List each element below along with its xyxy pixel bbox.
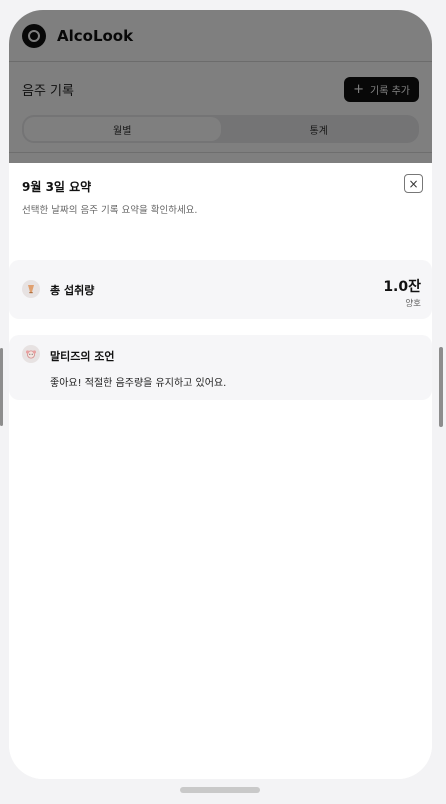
total-intake-status: 양호 <box>405 299 421 309</box>
total-intake-label: 총 섭취량 <box>50 284 95 297</box>
total-intake-value: 1.0잔 <box>383 279 421 295</box>
modal-overlay[interactable] <box>9 10 432 163</box>
summary-sheet: 9월 3일 요약 선택한 날짜의 음주 기록 요약을 확인하세요. × 총 섭취… <box>9 163 432 779</box>
advice-label: 말티즈의 조언 <box>50 350 115 363</box>
close-icon: × <box>408 176 419 191</box>
side-button-left <box>0 348 3 426</box>
advice-text: 좋아요! 적절한 음주량을 유지하고 있어요. <box>50 378 227 389</box>
dog-icon <box>22 345 40 363</box>
sheet-subtitle: 선택한 날짜의 음주 기록 요약을 확인하세요. <box>22 205 198 216</box>
phone-screen: AlcoLook 음주 기록 + 기록 추가 월별 통계 9월 3일 요약 선택… <box>9 10 432 779</box>
close-button[interactable]: × <box>404 174 423 193</box>
total-intake-card: 총 섭취량 1.0잔 양호 <box>9 260 432 319</box>
side-button-right <box>439 347 443 427</box>
advice-card: 말티즈의 조언 좋아요! 적절한 음주량을 유지하고 있어요. <box>9 335 432 400</box>
sheet-title: 9월 3일 요약 <box>22 180 92 194</box>
home-indicator <box>180 787 260 793</box>
drink-icon <box>22 280 40 298</box>
